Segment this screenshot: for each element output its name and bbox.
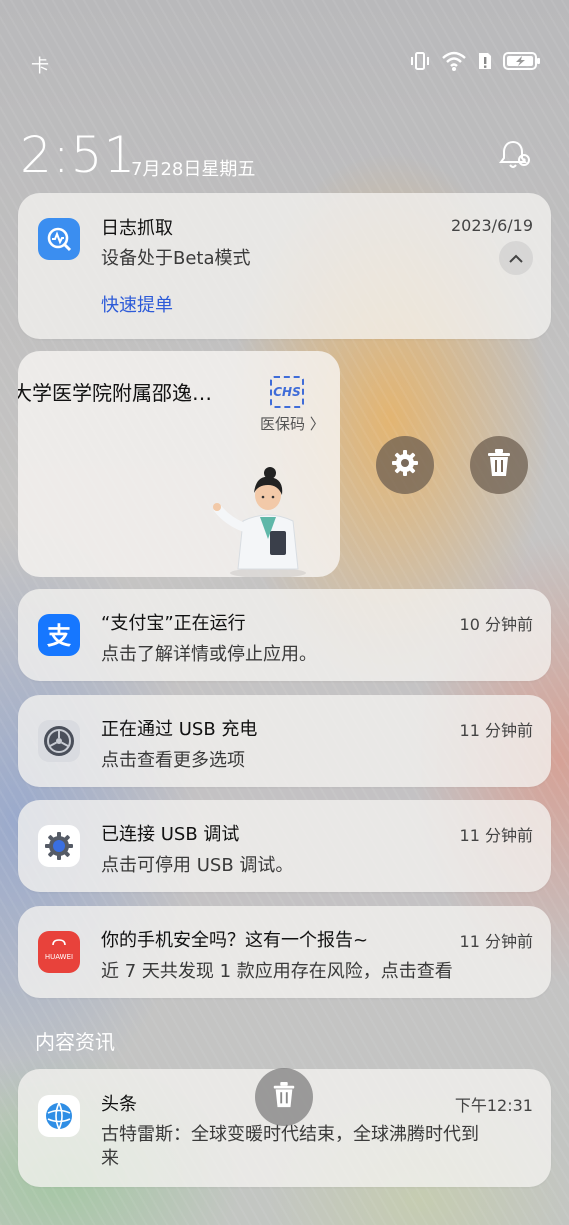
widget-title: 大学医学院附属邵逸…: [18, 381, 212, 405]
notification-body: 点击可停用 USB 调试。: [101, 855, 294, 876]
notification-usb-debugging[interactable]: 已连接 USB 调试 点击可停用 USB 调试。 11 分钟前: [18, 800, 551, 892]
notification-title: “支付宝”正在运行: [101, 613, 246, 634]
notification-time: 2023/6/19: [450, 216, 533, 235]
notification-title: 正在通过 USB 充电: [101, 719, 258, 740]
notification-usb-charging[interactable]: 正在通过 USB 充电 点击查看更多选项 11 分钟前: [18, 695, 551, 787]
lock-time: 2:51: [20, 126, 137, 184]
notification-title: 日志抓取: [101, 218, 173, 239]
notification-title: 已连接 USB 调试: [101, 824, 240, 845]
notification-body: 点击了解详情或停止应用。: [101, 644, 317, 665]
quick-report-action[interactable]: 快速提单: [101, 291, 173, 317]
trash-icon: [271, 1081, 297, 1113]
svg-text:HUAWEI: HUAWEI: [45, 953, 73, 961]
status-icons: [409, 50, 541, 72]
lock-date: 7月28日星期五: [131, 159, 256, 180]
chs-badge: CHS: [270, 376, 304, 408]
notification-settings-icon[interactable]: [498, 138, 534, 176]
notification-time: 11 分钟前: [459, 721, 533, 740]
notification-body: 设备处于Beta模式: [101, 248, 251, 269]
notification-security-report[interactable]: HUAWEI 你的手机安全吗？这有一个报告~ 近 7 天共发现 1 款应用存在风…: [18, 906, 551, 998]
medical-insurance-widget[interactable]: 大学医学院附属邵逸… CHS 医保码 〉: [18, 351, 340, 577]
alipay-icon: 支: [38, 614, 80, 656]
trash-icon: [485, 448, 513, 482]
notification-title: 头条: [101, 1094, 137, 1115]
status-bar: 卡: [0, 0, 569, 120]
notification-title: 你的手机安全吗？这有一个报告~: [101, 930, 369, 951]
settings-icon: [38, 720, 80, 762]
huawei-icon: HUAWEI: [38, 931, 80, 973]
notification-settings-button[interactable]: [376, 436, 434, 494]
svg-text:支: 支: [47, 622, 72, 650]
notification-time: 下午12:31: [454, 1096, 533, 1115]
alert-sim-icon: [477, 50, 493, 72]
notification-alipay[interactable]: 支 “支付宝”正在运行 点击了解详情或停止应用。 10 分钟前: [18, 589, 551, 681]
wifi-icon: [441, 50, 467, 72]
chevron-up-icon: [508, 249, 524, 268]
content-section-header: 内容资讯: [35, 1030, 115, 1054]
log-capture-icon: [38, 218, 80, 260]
notification-time: 11 分钟前: [459, 932, 533, 951]
notification-time: 11 分钟前: [459, 826, 533, 845]
notification-body: 点击查看更多选项: [101, 750, 245, 771]
gear-icon: [38, 825, 80, 867]
notification-log-capture[interactable]: 日志抓取 设备处于Beta模式 2023/6/19 快速提单: [18, 193, 551, 339]
insurance-code-link[interactable]: 医保码 〉: [260, 413, 325, 434]
notification-body-line-2: 来: [101, 1148, 119, 1169]
delete-notification-button[interactable]: [470, 436, 528, 494]
gear-icon: [389, 447, 421, 483]
sim-label: 卡: [31, 56, 49, 77]
doctor-illustration: [198, 461, 318, 577]
collapse-button[interactable]: [499, 241, 533, 275]
vibrate-icon: [409, 50, 431, 72]
battery-charging-icon: [503, 50, 541, 72]
notification-body: 近 7 天共发现 1 款应用存在风险，点击查看: [101, 961, 453, 982]
toutiao-icon: [38, 1095, 80, 1137]
notification-time: 10 分钟前: [459, 615, 533, 634]
clear-all-button[interactable]: [255, 1068, 313, 1126]
